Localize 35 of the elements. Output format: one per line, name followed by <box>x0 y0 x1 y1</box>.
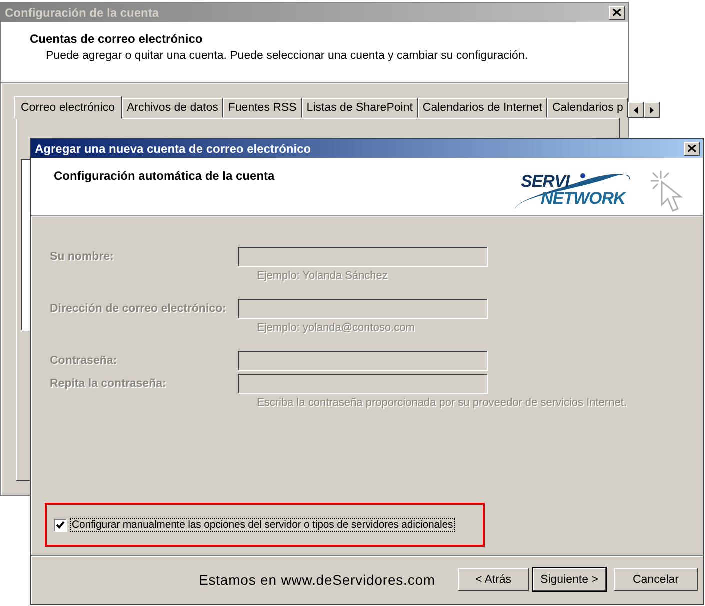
tab[interactable]: Calendarios de Internet <box>418 98 548 118</box>
close-button[interactable] <box>609 6 625 20</box>
tab[interactable]: Calendarios p <box>547 98 628 118</box>
field-label: Contraseña: <box>50 354 118 369</box>
dialog-button[interactable]: Cancelar <box>614 568 698 591</box>
cursor-icon <box>649 169 685 213</box>
field-label: Dirección de correo electrónico: <box>50 302 228 317</box>
close-button[interactable] <box>684 142 700 156</box>
tab[interactable]: Correo electrónico <box>14 96 122 119</box>
dialog-title: Agregar una nueva cuenta de correo electrónico <box>35 142 312 156</box>
checkbox[interactable] <box>54 518 67 532</box>
field-hint: Ejemplo: yolanda@contoso.com <box>256 321 416 336</box>
field-label: Repita la contraseña: <box>50 377 168 392</box>
tab[interactable]: Archivos de datos <box>122 98 224 118</box>
website-note: Estamos en www.deServidores.com <box>199 572 436 588</box>
logo-text: SERVI <box>521 172 570 192</box>
header-title: Configuración automática de la cuenta <box>54 169 275 185</box>
dialog-button[interactable]: < Atrás <box>458 568 529 591</box>
logo-text: NETWORK <box>541 189 626 209</box>
tab[interactable]: Fuentes RSS <box>223 98 302 118</box>
field-label: Su nombre: <box>50 250 115 265</box>
field-hint: Ejemplo: Yolanda Sánchez <box>256 269 389 284</box>
tab[interactable]: Listas de SharePoint <box>302 98 418 118</box>
dialog-button[interactable]: Siguiente > <box>533 568 606 591</box>
scroll-left-button[interactable] <box>628 102 644 118</box>
window-title: Configuración de la cuenta <box>5 6 160 20</box>
left-arrow-icon <box>634 106 638 114</box>
right-arrow-icon <box>650 106 654 114</box>
close-icon <box>688 145 696 152</box>
scroll-right-button[interactable] <box>644 102 660 118</box>
checkbox-label[interactable]: Configurar manualmente las opciones del servidor o tipos de servidores adicionales <box>70 518 456 532</box>
header-description: Puede agregar o quitar una cuenta. Puede seleccionar una cuenta y cambiar su configuración. <box>45 50 530 62</box>
field-hint: Escriba la contraseña proporcionada por su proveedor de servicios Internet. <box>256 396 628 411</box>
header-title: Cuentas de correo electrónico <box>30 32 204 46</box>
close-icon <box>613 9 621 16</box>
